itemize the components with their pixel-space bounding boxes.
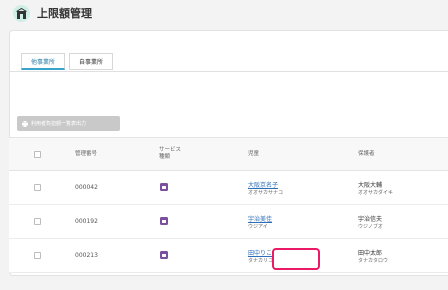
child-kana: ウジアイ (248, 224, 268, 230)
service-type-icon (160, 217, 168, 225)
guardian-name: 宇治信夫 (358, 216, 383, 223)
guardian-kana: オオサカダイキ (358, 190, 394, 196)
row-checkbox[interactable] (34, 218, 41, 225)
export-burden-list-button[interactable]: 利用者負担額一覧表出力 (17, 116, 120, 131)
row-checkbox[interactable] (34, 184, 41, 191)
management-no: 000192 (75, 218, 98, 225)
management-no: 000213 (75, 252, 98, 259)
header-service-type-line1: サービス (159, 147, 182, 153)
office-tabs: 他事業所 自事業所 (21, 53, 117, 70)
child-name-link[interactable]: 田中りこ (248, 248, 272, 257)
page-title: 上限額管理 (37, 7, 92, 20)
guardian-kana: タナカタロウ (358, 258, 389, 264)
header-guardian: 保護者 (358, 151, 375, 157)
guardian-name: 大阪大輔 (358, 182, 383, 189)
table-header: 管理番号 サービス 種類 児童 保護者 (9, 137, 448, 171)
child-name-link[interactable]: 宇治美佳 (248, 214, 272, 223)
row-checkbox[interactable] (34, 252, 41, 259)
child-kana: タナカリコ (248, 258, 274, 264)
child-name-link[interactable]: 大阪京名子 (248, 180, 278, 189)
table-row: 000213 田中りこ タナカリコ 田中太郎 タナカタロウ (9, 239, 448, 273)
page-header: 上限額管理 (0, 0, 448, 26)
guardian-kana: ウジノブオ (358, 224, 383, 230)
table-row: 000192 宇治美佳 ウジアイ 宇治信夫 ウジノブオ (9, 205, 448, 239)
table-row: 000042 大阪京名子 オオサカサナコ 大阪大輔 オオサカダイキ (9, 171, 448, 205)
tab-other-office[interactable]: 他事業所 (21, 53, 66, 70)
header-management-no: 管理番号 (75, 151, 98, 157)
child-kana: オオサカサナコ (248, 190, 284, 196)
service-type-icon (160, 251, 168, 259)
management-no: 000042 (75, 184, 98, 191)
header-service-type-line2: 種類 (159, 154, 171, 160)
building-icon (13, 4, 30, 22)
tab-divider (10, 71, 448, 72)
highlight-box (272, 248, 320, 270)
tab-own-office[interactable]: 自事業所 (69, 53, 114, 70)
select-all-checkbox[interactable] (34, 151, 41, 158)
printer-icon (22, 120, 28, 127)
guardian-name: 田中太郎 (358, 250, 383, 257)
service-type-icon (160, 183, 168, 191)
header-child: 児童 (248, 151, 260, 157)
export-button-label: 利用者負担額一覧表出力 (31, 121, 87, 127)
